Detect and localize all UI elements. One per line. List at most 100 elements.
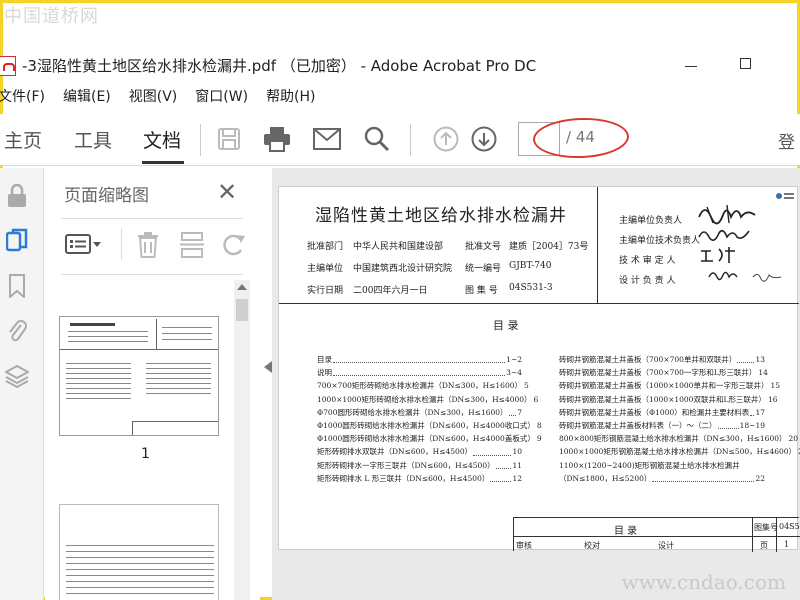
approve-doc: 建质［2004］73号 bbox=[509, 242, 589, 252]
toc-entry[interactable]: （DN≤1800，H≤5200） 22 bbox=[559, 472, 765, 485]
title-block: 目 录 图集号 04S531-3 审核 校对 设计 页 1 bbox=[513, 517, 800, 552]
collapse-panel-arrow[interactable] bbox=[264, 361, 272, 373]
toc-entry[interactable]: 1000×1000矩形砖砌给水排水检漏井（DN≤300，H≤4000） 6 bbox=[317, 393, 538, 406]
thumbnail-page-1[interactable] bbox=[59, 316, 219, 436]
thumbnail-scrollbar[interactable] bbox=[234, 280, 250, 600]
page-thumbnails-panel: 页面缩略图 ✕ 1 bbox=[45, 168, 260, 600]
unified-no: GJBT-740 bbox=[509, 261, 552, 271]
responsible-2: 主编单位技术负责人 bbox=[619, 236, 701, 246]
thumbnail-page-number: 1 bbox=[141, 446, 150, 462]
menu-edit[interactable]: 编辑(E) bbox=[63, 86, 111, 108]
delete-icon[interactable] bbox=[137, 232, 159, 262]
rotate-icon[interactable] bbox=[221, 232, 247, 262]
login-button[interactable]: 登 bbox=[778, 128, 795, 153]
save-icon[interactable] bbox=[214, 124, 244, 154]
toolbar-separator bbox=[200, 124, 201, 156]
scrollbar-thumb[interactable] bbox=[236, 299, 248, 321]
toc-entry[interactable]: 砖砌井钢筋混凝土井盖板（1000×1000单井和一字形三联井） 15 bbox=[559, 379, 780, 392]
toc-entry[interactable]: 矩形砖砌排水 L 形三联井（DN≤600，H≤4500） 12 bbox=[317, 472, 522, 485]
responsible-1: 主编单位负责人 bbox=[619, 216, 683, 226]
publisher-logo bbox=[776, 193, 794, 199]
toc-entry[interactable]: 砖砌井钢筋混凝土井盖板（700×700一字形和L形三联井） 14 bbox=[559, 366, 768, 379]
signature-2 bbox=[698, 229, 750, 241]
email-icon[interactable] bbox=[312, 124, 342, 154]
menu-bar: 文件(F) 编辑(E) 视图(V) 窗口(W) 帮助(H) bbox=[0, 86, 334, 108]
footer-atlas-value: 04S531-3 bbox=[779, 522, 800, 531]
toc-right: 砖砌井钢筋混凝土井盖板（700×700单井和双联井） 13 砖砌井钢筋混凝土井盖板… bbox=[559, 353, 800, 485]
footer-atlas-label: 图集号 bbox=[754, 523, 778, 532]
layers-icon[interactable] bbox=[5, 364, 29, 388]
watermark-top: 中国道桥网 bbox=[4, 6, 99, 27]
menu-help[interactable]: 帮助(H) bbox=[266, 86, 315, 108]
pdf-file-icon bbox=[0, 56, 16, 76]
approve-doc-label: 批准文号 bbox=[465, 242, 502, 252]
unified-no-label: 统一编号 bbox=[465, 264, 502, 274]
approve-dept: 中华人民共和国建设部 bbox=[353, 242, 444, 252]
thumbnail-page-2[interactable] bbox=[59, 504, 219, 600]
tab-tools[interactable]: 工具 bbox=[74, 126, 112, 153]
toc-entry[interactable]: Φ1000圆形砖砌给水排水检漏井（DN≤600，H≤4000收口式） 8 bbox=[317, 419, 542, 432]
lock-icon[interactable] bbox=[5, 184, 29, 208]
editor: 中国建筑西北设计研究院 bbox=[353, 264, 453, 274]
search-icon[interactable] bbox=[362, 124, 392, 154]
approve-dept-label: 批准部门 bbox=[307, 242, 344, 252]
insert-page-icon[interactable] bbox=[179, 232, 205, 262]
tab-home[interactable]: 主页 bbox=[4, 126, 42, 153]
pages-icon[interactable] bbox=[5, 228, 29, 252]
attachment-icon[interactable] bbox=[5, 318, 29, 342]
toc-left: 目录 1~2 说明 3~4 700×700矩形砖砌给水排水检漏井（DN≤300，H≤… bbox=[317, 353, 542, 485]
toolbar-separator bbox=[410, 124, 411, 156]
toc-entry[interactable]: 目录 1~2 bbox=[317, 353, 522, 366]
toc-entry[interactable]: 砖砌井钢筋混凝土井盖板（1000×1000双联井和L形三联井） 16 bbox=[559, 393, 777, 406]
toc-entry[interactable]: 矩形砖砌排水双联井（DN≤600，H≤4500） 10 bbox=[317, 445, 522, 458]
toc-entry[interactable]: 说明 3~4 bbox=[317, 366, 522, 379]
toc-entry[interactable]: 砖砌井钢筋混凝土井盖板材料表（一）～（二） 18~19 bbox=[559, 419, 765, 432]
print-icon[interactable] bbox=[262, 124, 292, 154]
menu-view[interactable]: 视图(V) bbox=[129, 86, 178, 108]
page-down-icon[interactable] bbox=[469, 124, 499, 154]
toc-entry[interactable]: Φ1000圆形砖砌给水排水检漏井（DN≤600，H≤4000盖板式） 9 bbox=[317, 432, 542, 445]
page-divider-horizontal bbox=[279, 303, 799, 304]
navigation-pane-strip bbox=[0, 168, 44, 600]
footer-page-label: 页 bbox=[760, 541, 768, 550]
footer-design: 设计 bbox=[658, 541, 674, 550]
panel-divider bbox=[61, 218, 243, 219]
toc-entry[interactable]: 砖砌井钢筋混凝土井盖板（700×700单井和双联井） 13 bbox=[559, 353, 765, 366]
date-label: 实行日期 bbox=[307, 286, 344, 296]
footer-review: 审核 bbox=[516, 541, 532, 550]
pdf-page: 湿陷性黄土地区给水排水检漏井 批准部门 中华人民共和国建设部 批准文号 建质［2… bbox=[278, 186, 800, 552]
maximize-button[interactable] bbox=[740, 58, 751, 69]
document-title: 湿陷性黄土地区给水排水检漏井 bbox=[315, 206, 567, 226]
thumbnails-panel-title: 页面缩略图 bbox=[64, 186, 149, 206]
page-up-icon[interactable] bbox=[431, 124, 461, 154]
scroll-up-arrow[interactable] bbox=[237, 284, 247, 290]
menu-window[interactable]: 窗口(W) bbox=[195, 86, 248, 108]
page-divider-vertical bbox=[597, 187, 598, 303]
toc-entry[interactable]: 砖砌井钢筋混凝土井盖板（Φ1000）和检漏井主要材料表 17 bbox=[559, 406, 765, 419]
bookmark-icon[interactable] bbox=[5, 274, 29, 298]
atlas-no: 04S531-3 bbox=[509, 283, 553, 293]
signature-4 bbox=[708, 271, 782, 282]
menu-file[interactable]: 文件(F) bbox=[0, 86, 45, 108]
toc-heading: 目 录 bbox=[493, 319, 519, 332]
active-tab-indicator bbox=[142, 161, 184, 164]
footer-check: 校对 bbox=[584, 541, 600, 550]
signature-1 bbox=[698, 204, 756, 225]
footer-page-value: 1 bbox=[784, 540, 790, 549]
tab-document[interactable]: 文档 bbox=[143, 126, 181, 153]
toc-entry[interactable]: Φ700圆形砖砌给水排水检漏井（DN≤300，H≤1600） 7 bbox=[317, 406, 522, 419]
minimize-button[interactable] bbox=[685, 66, 697, 67]
toc-entry[interactable]: 800×800矩形钢筋混凝土给水排水检漏井（DN≤300，H≤1600） 20 bbox=[559, 432, 798, 445]
toc-entry[interactable]: 矩形砖砌排水一字形三联井（DN≤600，H≤4500） 11 bbox=[317, 459, 522, 472]
signature-3 bbox=[701, 247, 735, 263]
responsible-3: 技 术 审 定 人 bbox=[619, 256, 676, 266]
toc-entry[interactable]: 1000×1000矩形钢筋混凝土给水排水检漏井（DN≤500，H≤4600）21 bbox=[559, 445, 800, 458]
toc-entry[interactable]: 700×700矩形砖砌给水排水检漏井（DN≤300，H≤1600） 5 bbox=[317, 379, 529, 392]
toc-entry[interactable]: 1100×(1200~2400)矩形钢筋混凝土给水排水检漏井 bbox=[559, 459, 765, 472]
watermark-bottom: www.cndao.com bbox=[621, 570, 786, 594]
tools-separator bbox=[121, 228, 122, 260]
date: 二00四年六月一日 bbox=[353, 286, 428, 296]
atlas-no-label: 图 集 号 bbox=[465, 286, 498, 296]
close-panel-button[interactable]: ✕ bbox=[217, 178, 237, 206]
options-menu-icon[interactable] bbox=[65, 234, 103, 258]
